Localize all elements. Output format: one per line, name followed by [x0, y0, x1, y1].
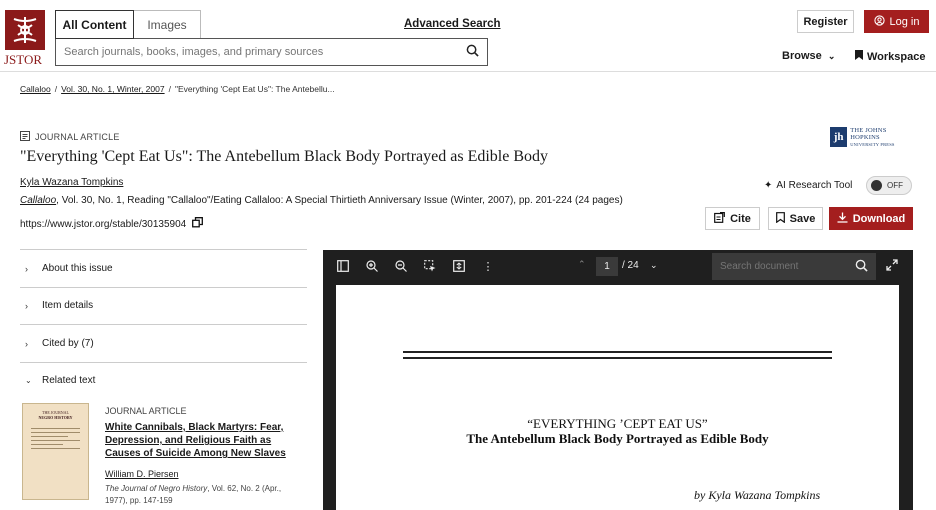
login-button[interactable]: Log in: [864, 10, 929, 33]
sidebar-item-cited-by[interactable]: › Cited by (7): [25, 338, 94, 349]
jstor-logo[interactable]: JSTOR: [4, 10, 48, 68]
chevron-right-icon: ›: [25, 300, 28, 311]
login-label: Log in: [889, 15, 920, 28]
sidebar-divider: [20, 324, 307, 325]
breadcrumb: Callaloo / Vol. 30, No. 1, Winter, 2007/"E…: [20, 84, 335, 94]
publisher-line1: THE JOHNS HOPKINS: [850, 126, 887, 141]
related-article-type: JOURNAL ARTICLE: [105, 406, 187, 416]
sidebar-item-label: Cited by (7): [42, 338, 94, 349]
download-icon: [837, 212, 848, 226]
jstor-wordmark: JSTOR: [4, 52, 43, 67]
publisher-logo[interactable]: jh THE JOHNS HOPKINS UNIVERSITY PRESS: [830, 126, 915, 148]
cite-icon: [714, 211, 726, 226]
publisher-line2: UNIVERSITY PRESS: [850, 141, 895, 147]
breadcrumb-issue[interactable]: Vol. 30, No. 1, Winter, 2007: [61, 84, 164, 94]
download-button[interactable]: Download: [829, 207, 913, 230]
advanced-search-link[interactable]: Advanced Search: [404, 18, 501, 30]
article-author-link[interactable]: Kyla Wazana Tompkins: [20, 177, 123, 188]
thumb-journal-line2: NEGRO HISTORY: [38, 415, 73, 420]
search-icon[interactable]: [855, 259, 868, 275]
cite-button[interactable]: Cite: [705, 207, 760, 230]
sidebar-item-label: Item details: [42, 300, 94, 311]
chevron-down-icon: ⌄: [827, 51, 836, 61]
ai-research-tool: ✦ AI Research Tool: [764, 180, 852, 191]
copy-icon[interactable]: [192, 217, 204, 231]
save-button[interactable]: Save: [768, 207, 823, 230]
stable-url: https://www.jstor.org/stable/30135904: [20, 217, 204, 231]
zoom-in-icon[interactable]: [365, 259, 379, 273]
breadcrumb-journal[interactable]: Callaloo: [20, 84, 51, 94]
tab-all-content[interactable]: All Content: [55, 10, 134, 39]
page-number-input[interactable]: 1: [596, 257, 618, 276]
cite-label: Cite: [730, 212, 751, 225]
ai-label: AI Research Tool: [776, 180, 853, 191]
journal-link[interactable]: Callaloo: [20, 195, 56, 206]
sparkle-icon: ✦: [764, 180, 773, 191]
pdf-byline: by Kyla Wazana Tompkins: [694, 488, 821, 502]
sidebar-divider: [20, 287, 307, 288]
pdf-title-line2: The Antebellum Black Body Portrayed as E…: [466, 431, 769, 446]
document-search-input[interactable]: [720, 261, 840, 272]
pdf-article-title: “EVERYTHING ’CEPT EAT US” The Antebellum…: [336, 416, 899, 446]
tab-images[interactable]: Images: [133, 10, 201, 39]
sidebar-item-label: Related text: [42, 375, 96, 386]
browse-label: Browse: [782, 50, 822, 62]
sidebar-item-related-text[interactable]: ⌄ Related text: [25, 375, 95, 386]
more-options-icon[interactable]: ⋮: [481, 259, 495, 273]
download-label: Download: [852, 212, 906, 225]
sidebar-item-item-details[interactable]: › Item details: [25, 300, 93, 311]
sidebar-item-label: About this issue: [42, 263, 113, 274]
bookmark-outline-icon: [775, 211, 785, 226]
related-article-title-link[interactable]: White Cannibals, Black Martyrs: Fear, De…: [105, 421, 295, 460]
article-type: JOURNAL ARTICLE: [20, 131, 120, 143]
toggle-knob: [871, 180, 882, 191]
publisher-name: THE JOHNS HOPKINS UNIVERSITY PRESS: [850, 127, 915, 148]
search-icon[interactable]: [466, 44, 479, 60]
document-icon: [20, 131, 30, 143]
fullscreen-icon[interactable]: [886, 259, 898, 274]
save-label: Save: [789, 212, 816, 225]
related-article-thumbnail[interactable]: THE JOURNAL NEGRO HISTORY: [22, 403, 89, 500]
previous-page-icon[interactable]: ⌃: [578, 259, 586, 270]
zoom-out-icon[interactable]: [394, 259, 408, 273]
related-article-source: The Journal of Negro History, Vol. 62, N…: [105, 483, 305, 507]
sidebar-toggle-icon[interactable]: [336, 259, 350, 273]
related-journal: The Journal of Negro History: [105, 484, 208, 493]
search-bar: [55, 38, 488, 66]
article-source: Callaloo, Vol. 30, No. 1, Reading "Calla…: [20, 195, 623, 206]
browse-menu[interactable]: Browse ⌄: [782, 50, 835, 62]
search-input[interactable]: [64, 46, 466, 58]
next-page-icon[interactable]: ⌄: [650, 260, 658, 271]
bookmark-icon: [855, 50, 863, 63]
publisher-mark: jh: [830, 127, 848, 147]
stable-url-text: https://www.jstor.org/stable/30135904: [20, 218, 187, 230]
pdf-title-line1: “EVERYTHING ’CEPT EAT US”: [527, 416, 708, 431]
chevron-right-icon: ›: [25, 263, 28, 274]
related-article-author-link[interactable]: William D. Piersen: [105, 469, 179, 479]
register-button[interactable]: Register: [797, 10, 854, 33]
workspace-link[interactable]: Workspace: [855, 50, 926, 63]
pdf-rule: [403, 357, 832, 359]
page-total: / 24: [622, 260, 639, 271]
sidebar-divider: [20, 249, 307, 250]
pdf-rule: [403, 351, 832, 353]
source-details: , Vol. 30, No. 1, Reading "Callaloo"/Eat…: [56, 195, 623, 206]
header-divider: [0, 71, 936, 72]
workspace-label: Workspace: [867, 50, 926, 63]
chevron-right-icon: ›: [25, 338, 28, 349]
sidebar-item-about-issue[interactable]: › About this issue: [25, 263, 113, 274]
fit-page-icon[interactable]: [452, 259, 466, 273]
chevron-down-icon: ⌄: [25, 376, 32, 385]
document-search: [712, 253, 876, 280]
article-title: "Everything 'Cept Eat Us": The Antebellu…: [20, 148, 549, 165]
article-type-label: JOURNAL ARTICLE: [35, 132, 120, 142]
user-icon: [873, 14, 885, 29]
jstor-emblem-icon: [5, 10, 45, 50]
select-area-icon[interactable]: [423, 259, 437, 273]
sidebar-divider: [20, 362, 307, 363]
pdf-page: [336, 285, 899, 510]
ai-toggle[interactable]: OFF: [866, 176, 912, 195]
breadcrumb-current: "Everything 'Cept Eat Us": The Antebellu…: [174, 84, 335, 94]
toggle-state: OFF: [887, 181, 903, 190]
